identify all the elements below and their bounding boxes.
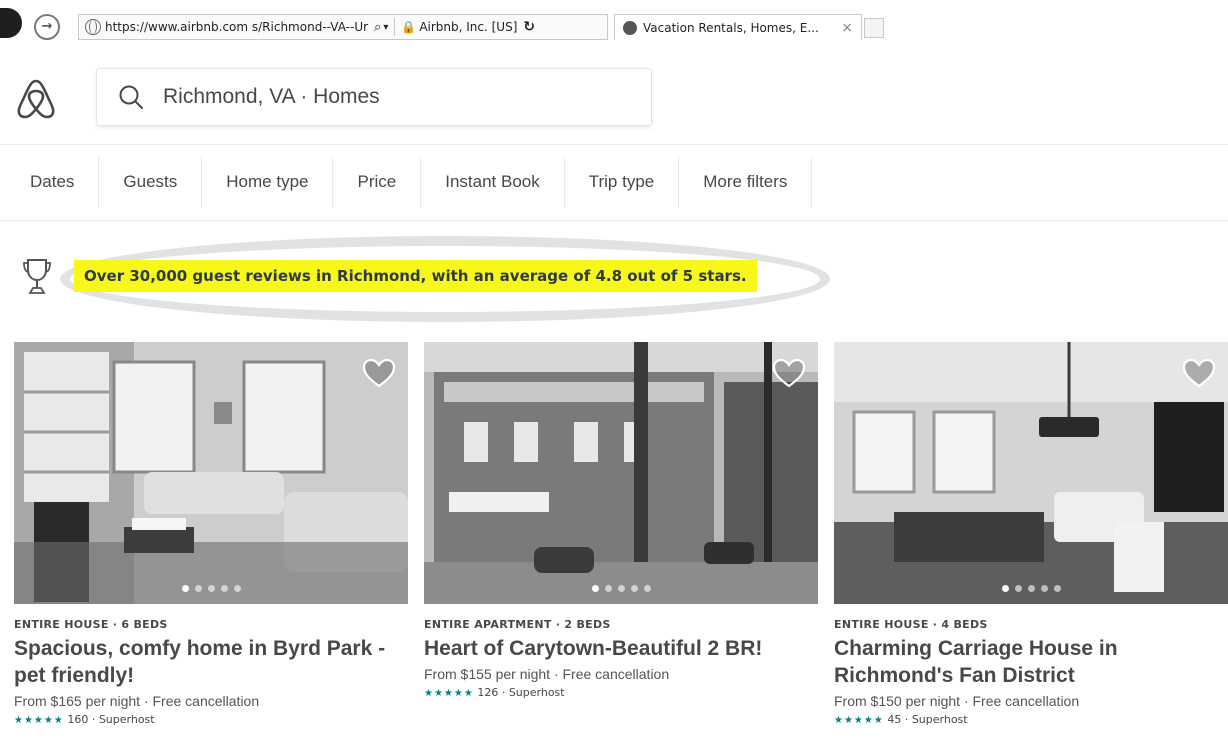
new-tab-button[interactable] (864, 18, 884, 38)
address-bar[interactable]: https://www.airbnb.com s/Richmond--VA--U… (78, 14, 608, 40)
photo-carousel-dots[interactable] (14, 585, 408, 592)
airbnb-belo-icon[interactable] (16, 78, 56, 120)
browser-tab[interactable]: Vacation Rentals, Homes, E... × (614, 14, 862, 40)
filter-instant-book-button[interactable]: Instant Book (421, 156, 565, 208)
rating-stars: ★★★★★ (834, 715, 884, 726)
address-dropdown-icon[interactable]: ▾ (383, 22, 388, 33)
photo-carousel-dots[interactable] (424, 585, 818, 592)
rating-stars: ★★★★★ (14, 715, 64, 726)
filters-divider-bottom (0, 220, 1228, 221)
listing-kicker: ENTIRE HOUSE · 4 BEDS (834, 618, 988, 631)
listing-price: From $155 per night · Free cancellation (424, 666, 670, 682)
trophy-icon (23, 259, 51, 294)
carousel-dot[interactable] (591, 585, 599, 592)
filter-more-filters-button[interactable]: More filters (679, 156, 813, 208)
carousel-dot[interactable] (630, 585, 638, 592)
address-url[interactable]: https://www.airbnb.com s/Richmond--VA--U… (105, 20, 368, 34)
listing-rating: ★★★★★ 160 · Superhost (14, 713, 408, 726)
living-room-photo (14, 342, 408, 604)
carousel-dot[interactable] (617, 585, 625, 592)
listing-kicker: ENTIRE APARTMENT · 2 BEDS (424, 618, 611, 631)
carousel-dot[interactable] (207, 585, 215, 592)
carousel-dot[interactable] (1053, 585, 1061, 592)
refresh-icon[interactable]: ↻ (523, 19, 535, 35)
photo-carousel-dots[interactable] (834, 585, 1228, 592)
forward-button[interactable]: → (34, 14, 60, 40)
filter-trip-type-button[interactable]: Trip type (565, 156, 680, 208)
carousel-dot[interactable] (233, 585, 241, 592)
filter-guests-button[interactable]: Guests (99, 156, 203, 208)
search-icon (119, 85, 143, 109)
carousel-dot[interactable] (1027, 585, 1035, 592)
listing-card[interactable]: ENTIRE HOUSE · 6 BEDS Spacious, comfy ho… (14, 342, 408, 726)
listing-kicker: ENTIRE HOUSE · 6 BEDS (14, 618, 168, 631)
lock-icon[interactable]: 🔒 (401, 20, 416, 34)
browser-chrome: → https://www.airbnb.com s/Richmond--VA-… (0, 0, 1228, 44)
tab-close-icon[interactable]: × (841, 20, 853, 36)
listing-title[interactable]: Spacious, comfy home in Byrd Park - pet … (14, 635, 408, 689)
save-heart-icon[interactable] (1182, 358, 1216, 388)
listing-price: From $150 per night · Free cancellation (834, 693, 1080, 709)
address-search-icon[interactable]: ⌕ (374, 20, 381, 35)
street-building-photo (424, 342, 818, 604)
filter-dates-button[interactable]: Dates (0, 156, 100, 208)
filter-bar: Dates Guests Home type Price Instant Boo… (0, 156, 813, 208)
dining-room-photo (834, 342, 1228, 604)
review-count: 126 · Superhost (477, 686, 565, 699)
carousel-dot[interactable] (181, 585, 189, 592)
listing-title[interactable]: Heart of Carytown-Beautiful 2 BR! (424, 635, 818, 662)
rating-stars: ★★★★★ (424, 688, 474, 699)
carousel-dot[interactable] (1040, 585, 1048, 592)
listing-rating: ★★★★★ 45 · Superhost (834, 713, 1228, 726)
search-bar[interactable]: Richmond, VA · Homes (96, 68, 652, 126)
address-separator (394, 18, 396, 36)
review-summary-banner: Over 30,000 guest reviews in Richmond, w… (74, 260, 757, 292)
listing-card[interactable]: ENTIRE HOUSE · 4 BEDS Charming Carriage … (834, 342, 1228, 726)
search-input[interactable]: Richmond, VA · Homes (163, 85, 380, 109)
listing-rating: ★★★★★ 126 · Superhost (424, 686, 818, 699)
filters-divider-top (0, 144, 1228, 145)
review-count: 160 · Superhost (67, 713, 155, 726)
listing-title[interactable]: Charming Carriage House in Richmond's Fa… (834, 635, 1228, 689)
carousel-dot[interactable] (643, 585, 651, 592)
listing-price: From $165 per night · Free cancellation (14, 693, 260, 709)
listing-photo[interactable] (14, 342, 408, 604)
listing-photo[interactable] (834, 342, 1228, 604)
save-heart-icon[interactable] (362, 358, 396, 388)
carousel-dot[interactable] (1001, 585, 1009, 592)
tab-favicon-icon (623, 20, 637, 35)
back-button[interactable] (0, 8, 22, 38)
save-heart-icon[interactable] (772, 358, 806, 388)
review-count: 45 · Superhost (887, 713, 968, 726)
certificate-label[interactable]: Airbnb, Inc. [US] (419, 20, 517, 34)
globe-icon (85, 19, 101, 35)
carousel-dot[interactable] (604, 585, 612, 592)
tab-title: Vacation Rentals, Homes, E... (643, 20, 819, 35)
carousel-dot[interactable] (194, 585, 202, 592)
filter-price-button[interactable]: Price (333, 156, 422, 208)
filter-home-type-button[interactable]: Home type (202, 156, 334, 208)
listing-photo[interactable] (424, 342, 818, 604)
carousel-dot[interactable] (220, 585, 228, 592)
listing-card[interactable]: ENTIRE APARTMENT · 2 BEDS Heart of Caryt… (424, 342, 818, 699)
carousel-dot[interactable] (1014, 585, 1022, 592)
